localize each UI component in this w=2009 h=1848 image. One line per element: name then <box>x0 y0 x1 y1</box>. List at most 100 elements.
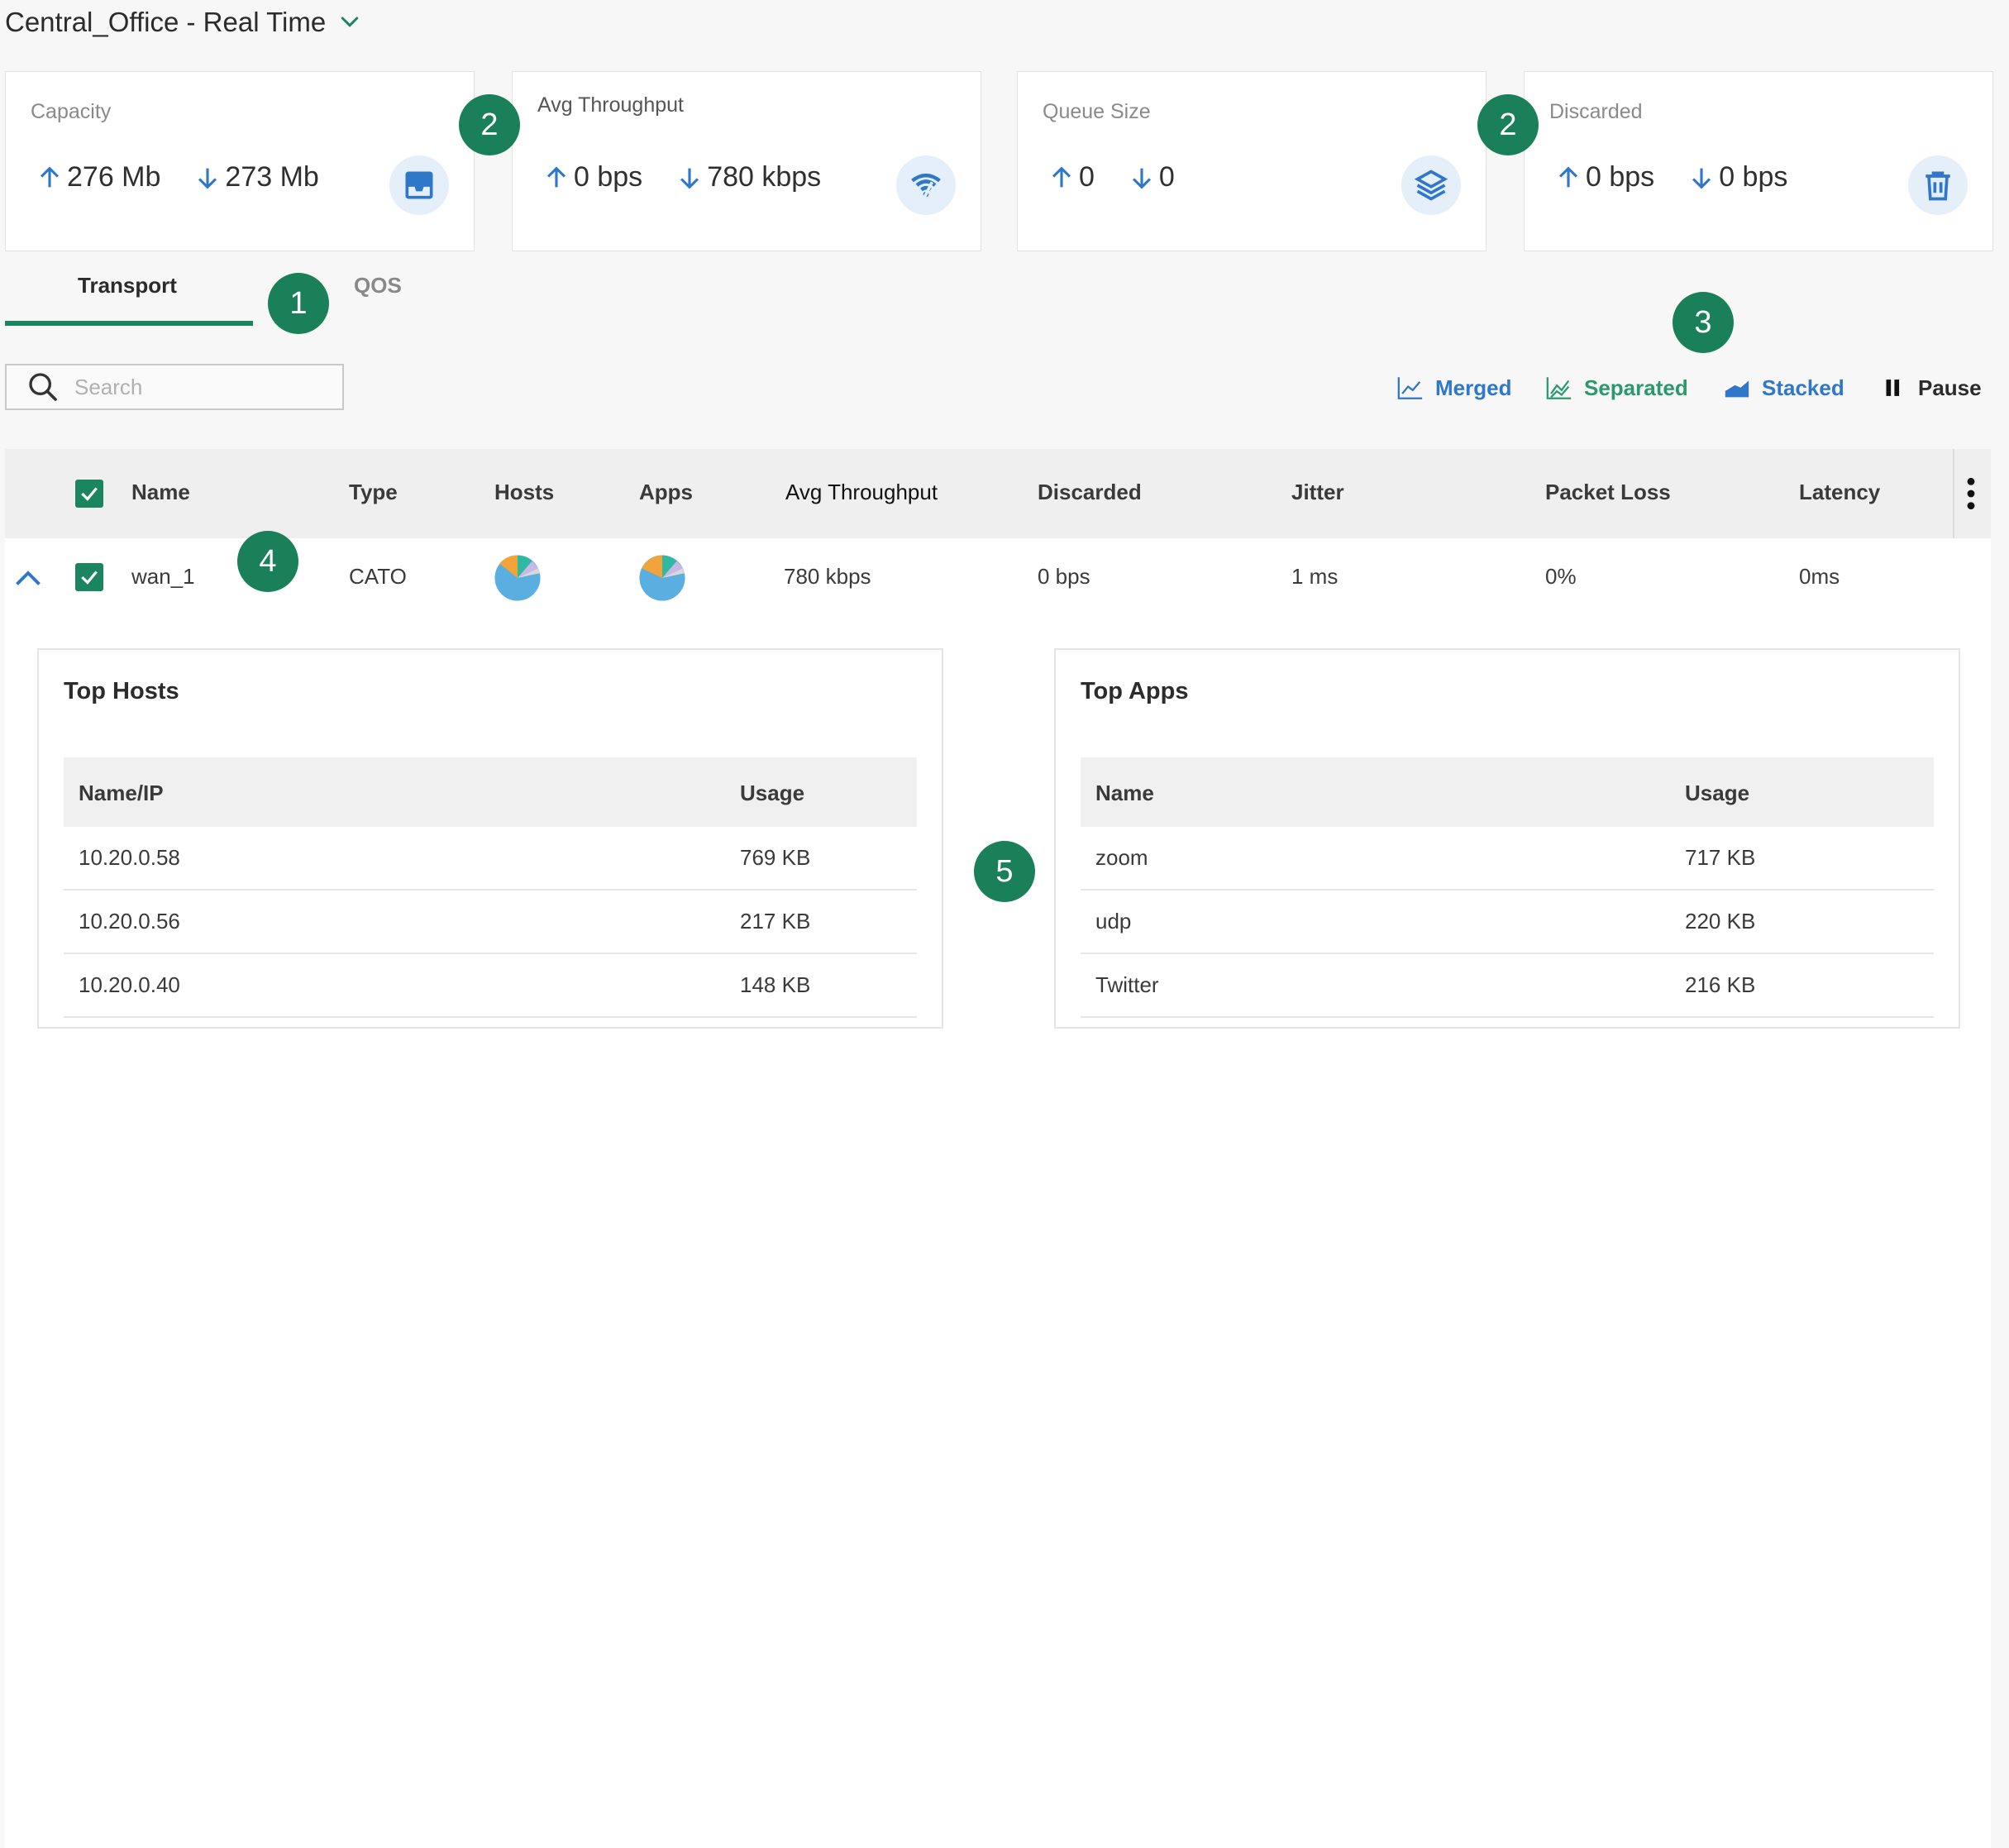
column-header-name[interactable]: Name <box>131 480 190 505</box>
hosts-pie-chart[interactable] <box>494 554 542 602</box>
merged-button[interactable]: Merged <box>1396 374 1511 402</box>
callout-badge: 2 <box>459 94 520 155</box>
queue-up-value: 0 <box>1079 161 1095 193</box>
arrow-down-icon <box>680 168 699 189</box>
table-row: udp 220 KB <box>1081 891 1934 954</box>
more-vertical-icon[interactable] <box>1958 475 1984 512</box>
throughput-down-value: 780 kbps <box>707 161 822 193</box>
line-chart-icon <box>1397 377 1423 399</box>
callout-badge: 4 <box>237 531 298 592</box>
row-checkbox[interactable] <box>75 563 103 591</box>
card-label: Capacity <box>31 100 112 123</box>
row-type: CATO <box>349 564 407 589</box>
host-usage: 217 KB <box>740 909 811 934</box>
row-latency: 0ms <box>1799 564 1840 589</box>
callout-badge: 5 <box>974 841 1035 902</box>
row-discarded: 0 bps <box>1038 564 1090 589</box>
row-avg-throughput: 780 kbps <box>784 564 871 589</box>
throughput-up-value: 0 bps <box>574 161 643 193</box>
stacked-label: Stacked <box>1762 375 1844 400</box>
callout-badge: 1 <box>268 273 329 334</box>
chevron-up-icon[interactable] <box>13 566 43 590</box>
multi-line-chart-icon <box>1546 377 1572 399</box>
capacity-down-value: 273 Mb <box>225 161 319 193</box>
check-icon <box>81 571 98 585</box>
chevron-down-icon[interactable] <box>337 10 362 35</box>
column-header-type[interactable]: Type <box>349 480 398 505</box>
table-row: 10.20.0.40 148 KB <box>64 954 917 1018</box>
capacity-card: Capacity 276 Mb 273 Mb <box>5 71 475 251</box>
column-header-usage[interactable]: Usage <box>740 781 804 806</box>
page-title[interactable]: Central_Office - Real Time <box>5 7 362 38</box>
card-label: Discarded <box>1549 100 1643 123</box>
discarded-up-value: 0 bps <box>1586 161 1655 193</box>
top-hosts-header: Name/IP Usage <box>64 757 917 827</box>
arrow-up-icon <box>40 165 60 187</box>
arrow-down-icon <box>1692 168 1711 189</box>
check-icon <box>81 487 98 501</box>
top-apps-panel: Top Apps Name Usage zoom 717 KB udp 220 … <box>1054 648 1960 1029</box>
arrow-up-icon <box>1558 165 1578 187</box>
top-apps-title: Top Apps <box>1081 678 1189 704</box>
search-icon <box>29 373 57 401</box>
column-header-name-ip[interactable]: Name/IP <box>79 781 164 806</box>
active-tab-indicator <box>5 321 253 326</box>
host-name: 10.20.0.58 <box>79 845 180 870</box>
card-label: Avg Throughput <box>537 93 684 117</box>
top-hosts-title: Top Hosts <box>64 678 179 704</box>
column-header-discarded[interactable]: Discarded <box>1038 480 1142 505</box>
arrow-up-icon <box>546 165 566 187</box>
pause-label: Pause <box>1918 375 1982 400</box>
arrow-down-icon <box>1132 168 1151 189</box>
column-header-avg-throughput[interactable]: Avg Throughput <box>785 480 938 505</box>
stacked-button[interactable]: Stacked <box>1722 374 1844 402</box>
column-header-usage[interactable]: Usage <box>1685 781 1749 806</box>
table-header <box>5 449 1991 538</box>
column-divider <box>1953 449 1954 538</box>
wifi-icon <box>896 155 956 215</box>
trash-icon <box>1908 155 1968 215</box>
table-row: Twitter 216 KB <box>1081 954 1934 1018</box>
discarded-down-value: 0 bps <box>1719 161 1788 193</box>
separated-label: Separated <box>1584 375 1688 400</box>
app-name: zoom <box>1095 845 1148 870</box>
column-header-apps[interactable]: Apps <box>639 480 693 505</box>
top-apps-header: Name Usage <box>1081 757 1934 827</box>
queue-down-value: 0 <box>1158 161 1175 193</box>
row-name[interactable]: wan_1 <box>131 564 195 590</box>
tab-transport[interactable]: Transport <box>78 273 177 298</box>
app-usage: 717 KB <box>1685 845 1756 870</box>
column-header-jitter[interactable]: Jitter <box>1291 480 1344 505</box>
host-name: 10.20.0.56 <box>79 909 180 934</box>
page-title-text: Central_Office - Real Time <box>5 7 327 37</box>
callout-badge: 2 <box>1477 94 1539 155</box>
column-header-packet-loss[interactable]: Packet Loss <box>1545 480 1671 505</box>
app-name: udp <box>1095 909 1132 934</box>
search-box[interactable] <box>5 364 344 410</box>
row-packet-loss: 0% <box>1545 564 1577 589</box>
app-usage: 220 KB <box>1685 909 1756 934</box>
pause-icon <box>1886 380 1900 396</box>
column-header-hosts[interactable]: Hosts <box>494 480 554 505</box>
app-usage: 216 KB <box>1685 972 1756 997</box>
inbox-icon <box>389 155 449 215</box>
column-header-latency[interactable]: Latency <box>1799 480 1880 505</box>
search-input[interactable] <box>73 373 324 401</box>
tab-qos[interactable]: QOS <box>354 273 402 298</box>
merged-label: Merged <box>1435 375 1512 400</box>
avg-throughput-card: Avg Throughput 0 bps 780 kbps <box>512 71 981 251</box>
table-row: zoom 717 KB <box>1081 827 1934 891</box>
arrow-down-icon <box>198 168 217 189</box>
layers-icon <box>1401 155 1461 215</box>
callout-badge: 3 <box>1673 292 1734 353</box>
apps-pie-chart[interactable] <box>638 554 686 602</box>
select-all-checkbox[interactable] <box>75 480 103 508</box>
pause-button[interactable]: Pause <box>1878 374 1982 402</box>
capacity-up-value: 276 Mb <box>67 161 161 193</box>
queue-size-card: Queue Size 0 0 <box>1017 71 1486 251</box>
separated-button[interactable]: Separated <box>1544 374 1688 402</box>
top-hosts-panel: Top Hosts Name/IP Usage 10.20.0.58 769 K… <box>37 648 943 1029</box>
row-jitter: 1 ms <box>1291 564 1339 589</box>
column-header-name[interactable]: Name <box>1095 781 1154 806</box>
area-chart-icon <box>1725 379 1749 398</box>
